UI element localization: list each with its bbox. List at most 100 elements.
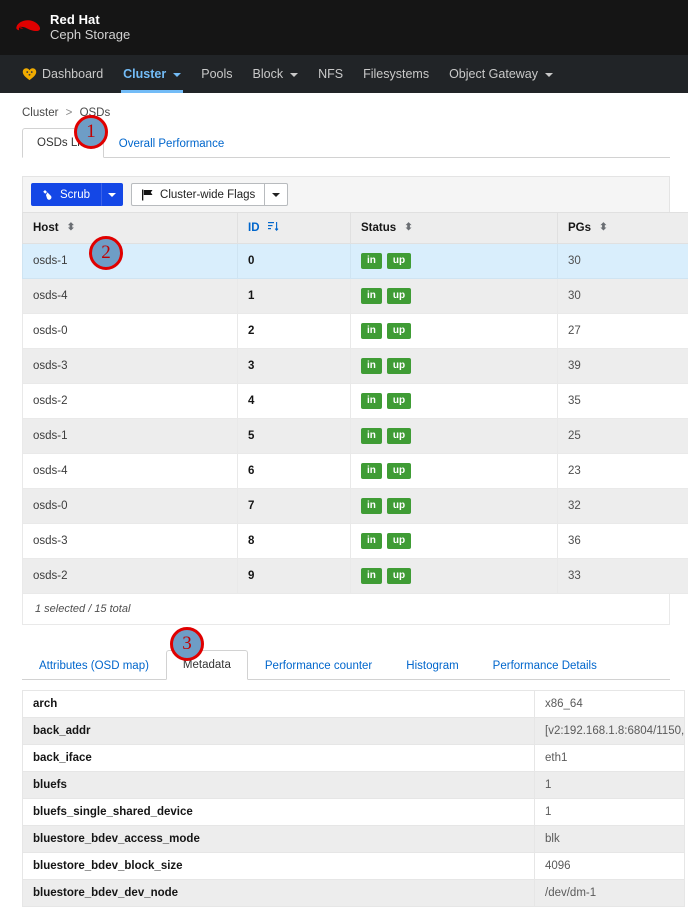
- tab-performance-details[interactable]: Performance Details: [476, 651, 614, 680]
- status-badge: up: [386, 498, 412, 514]
- table-row[interactable]: osds-2 9 in up 33: [22, 558, 688, 594]
- scrub-dropdown-toggle[interactable]: [101, 183, 124, 206]
- column-header-status[interactable]: Status ⬍: [350, 212, 558, 244]
- metadata-row: arch x86_64: [22, 690, 685, 718]
- cell-id: 0: [237, 243, 351, 279]
- tab-overall-performance[interactable]: Overall Performance: [104, 129, 239, 158]
- nav-item-block[interactable]: Block: [243, 55, 309, 93]
- table-row[interactable]: osds-4 6 in up 23: [22, 453, 688, 489]
- status-badge: in: [361, 498, 382, 514]
- nav-item-object-gateway[interactable]: Object Gateway: [439, 55, 563, 93]
- metadata-table-body: arch x86_64 back_addr [v2:192.168.1.8:6804/…: [22, 690, 685, 907]
- cell-status: in up: [350, 453, 558, 489]
- cell-id: 5: [237, 418, 351, 454]
- cell-pgs: 33: [557, 558, 688, 594]
- breadcrumb-root[interactable]: Cluster: [22, 107, 58, 119]
- status-badge: in: [361, 533, 382, 549]
- metadata-key: bluestore_bdev_access_mode: [22, 825, 535, 853]
- tab-attributes-osd-map[interactable]: Attributes (OSD map): [22, 651, 166, 680]
- cell-host: osds-0: [22, 488, 238, 524]
- metadata-key: bluestore_bdev_dev_node: [22, 879, 535, 907]
- metadata-key: bluefs_single_shared_device: [22, 798, 535, 826]
- nav-item-filesystems[interactable]: Filesystems: [353, 55, 439, 93]
- scrub-button[interactable]: Scrub: [31, 183, 102, 206]
- column-header-pgs[interactable]: PGs ⬍: [557, 212, 688, 244]
- cell-pgs: 30: [557, 278, 688, 314]
- brand-logo[interactable]: Red Hat Ceph Storage: [14, 12, 130, 42]
- sort-both-icon: ⬍: [66, 222, 76, 233]
- metadata-key: back_addr: [22, 717, 535, 745]
- cell-pgs: 32: [557, 488, 688, 524]
- osd-table-footer: 1 selected / 15 total: [22, 594, 670, 625]
- table-row[interactable]: osds-3 8 in up 36: [22, 523, 688, 559]
- cluster-wide-flags-button[interactable]: Cluster-wide Flags: [131, 183, 266, 206]
- cell-status: in up: [350, 523, 558, 559]
- cell-host: osds-0: [22, 313, 238, 349]
- cell-pgs: 30: [557, 243, 688, 279]
- tab-histogram[interactable]: Histogram: [389, 651, 475, 680]
- nav-item-dashboard[interactable]: Dashboard: [12, 55, 113, 93]
- cell-host: osds-2: [22, 383, 238, 419]
- metadata-key: bluestore_bdev_block_size: [22, 852, 535, 880]
- column-header-pgs-label: PGs: [568, 222, 592, 234]
- status-badge: up: [386, 393, 412, 409]
- table-row[interactable]: osds-4 1 in up 30: [22, 278, 688, 314]
- cell-status: in up: [350, 278, 558, 314]
- metadata-table: arch x86_64 back_addr [v2:192.168.1.8:6804/…: [22, 690, 685, 907]
- status-badge: in: [361, 393, 382, 409]
- nav-item-nfs[interactable]: NFS: [308, 55, 353, 93]
- tab-performance-counter-label: Performance counter: [264, 660, 373, 672]
- table-row[interactable]: osds-2 4 in up 35: [22, 383, 688, 419]
- table-row[interactable]: osds-0 7 in up 32: [22, 488, 688, 524]
- status-badge: up: [386, 323, 412, 339]
- nav-label-object-gateway: Object Gateway: [449, 67, 539, 81]
- metadata-row: bluefs_single_shared_device 1: [22, 798, 685, 826]
- column-header-id[interactable]: ID: [237, 212, 351, 244]
- annotation-marker-1: 1: [74, 115, 108, 149]
- nav-item-cluster[interactable]: Cluster: [113, 55, 191, 93]
- cell-id: 1: [237, 278, 351, 314]
- cell-host: osds-2: [22, 558, 238, 594]
- nav-item-pools[interactable]: Pools: [191, 55, 242, 93]
- metadata-value: 1: [534, 798, 685, 826]
- cell-pgs: 25: [557, 418, 688, 454]
- column-header-id-label: ID: [248, 222, 260, 235]
- table-row[interactable]: osds-1 5 in up 25: [22, 418, 688, 454]
- osd-table-header-row: Host ⬍ ID Status ⬍ PGs ⬍: [22, 212, 688, 244]
- cluster-flags-dropdown-toggle[interactable]: [265, 183, 289, 206]
- sort-both-icon: ⬍: [599, 222, 608, 233]
- table-row[interactable]: osds-0 2 in up 27: [22, 313, 688, 349]
- metadata-row: bluestore_bdev_access_mode blk: [22, 825, 685, 853]
- tab-performance-counter[interactable]: Performance counter: [248, 651, 389, 680]
- cell-pgs: 39: [557, 348, 688, 384]
- cell-status: in up: [350, 488, 558, 524]
- cell-pgs: 27: [557, 313, 688, 349]
- nav-label-dashboard: Dashboard: [42, 67, 104, 81]
- column-header-host[interactable]: Host ⬍: [22, 212, 238, 244]
- metadata-row: back_addr[v2:192.168.1.8:6804/1150,v1:19…: [22, 717, 685, 745]
- metadata-row: bluestore_bdev_block_size 4096: [22, 852, 685, 880]
- osd-detail-section: Attributes (OSD map) Metadata Performanc…: [22, 650, 685, 907]
- cell-status: in up: [350, 558, 558, 594]
- cell-id: 8: [237, 523, 351, 559]
- tab-metadata-label: Metadata: [182, 659, 231, 671]
- nav-label-nfs: NFS: [318, 67, 344, 81]
- annotation-marker-3: 3: [170, 627, 204, 661]
- cluster-flags-button-group: Cluster-wide Flags: [131, 183, 289, 206]
- table-row[interactable]: osds-3 3 in up 39: [22, 348, 688, 384]
- cell-host: osds-4: [22, 278, 238, 314]
- tab-performance-details-label: Performance Details: [492, 660, 597, 672]
- metadata-value: 1: [534, 771, 685, 799]
- status-badge: in: [361, 428, 382, 444]
- osd-table-body: osds-1 0 in up 30 osds-4 1 in up 30 osds-0 2 in up 27 o…: [22, 243, 688, 594]
- status-badge: in: [361, 288, 382, 304]
- cell-id: 9: [237, 558, 351, 594]
- status-badge: in: [361, 253, 382, 269]
- metadata-value: blk: [534, 825, 685, 853]
- cell-pgs: 36: [557, 523, 688, 559]
- cell-pgs: 23: [557, 453, 688, 489]
- breadcrumb: Cluster > OSDs: [18, 93, 670, 129]
- nav-label-filesystems: Filesystems: [363, 67, 430, 81]
- metadata-value: /dev/dm-1: [534, 879, 685, 907]
- metadata-value: eth1: [534, 744, 685, 772]
